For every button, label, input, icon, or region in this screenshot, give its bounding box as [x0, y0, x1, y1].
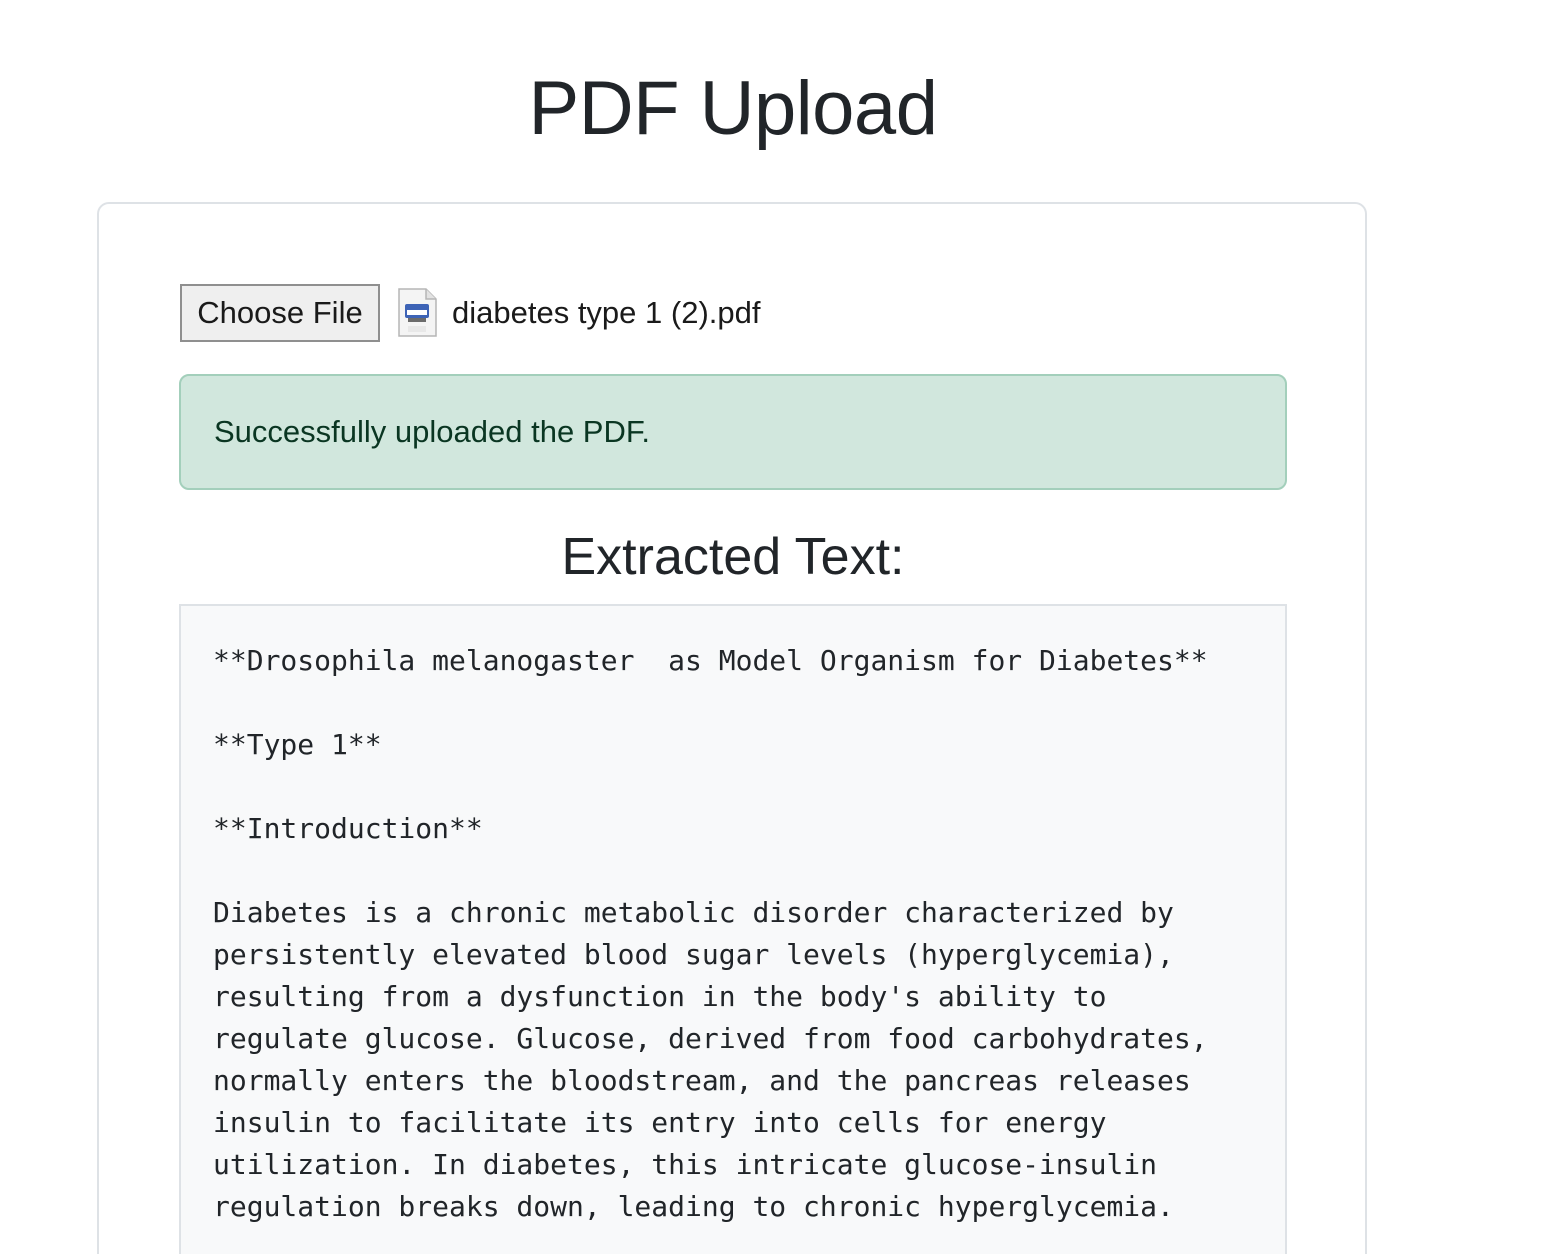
choose-file-button[interactable]: Choose File	[180, 284, 380, 342]
selected-file-name: diabetes type 1 (2).pdf	[452, 295, 761, 330]
extracted-text-box[interactable]: **Drosophila melanogaster as Model Organ…	[179, 604, 1287, 1254]
file-input[interactable]: Choose File diabetes type 1 (2).pdf	[180, 284, 760, 342]
success-alert-message: Successfully uploaded the PDF.	[214, 414, 650, 449]
extracted-text-content: **Drosophila melanogaster as Model Organ…	[213, 644, 1208, 1223]
page-title: PDF Upload	[528, 66, 938, 151]
extracted-text-heading: Extracted Text:	[561, 528, 905, 586]
success-alert: Successfully uploaded the PDF.	[179, 374, 1287, 490]
pdf-file-icon	[396, 288, 438, 338]
